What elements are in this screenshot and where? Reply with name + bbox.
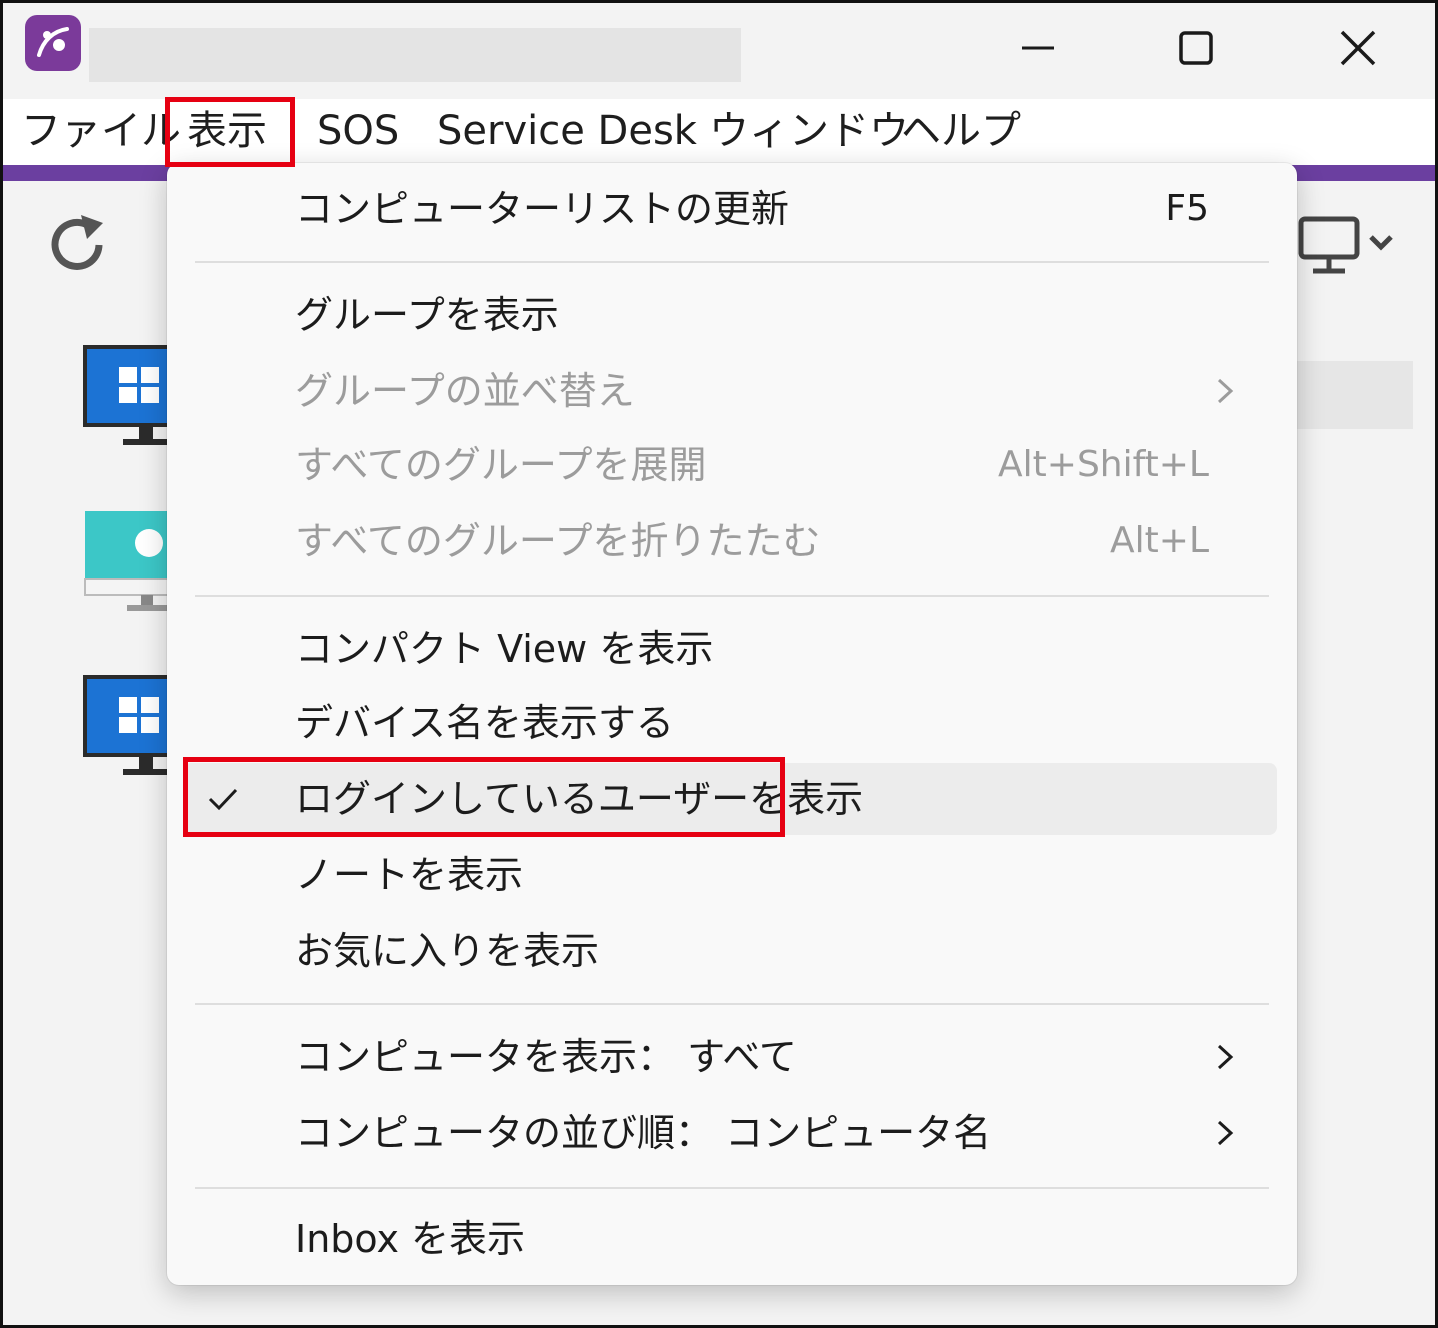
- menu-item-show-inbox[interactable]: Inbox を表示: [183, 1203, 1277, 1275]
- menu-item-label: Inbox を表示: [295, 1217, 526, 1261]
- menu-item-show-computers-filter[interactable]: コンピュータを表示： すべて: [183, 1021, 1277, 1093]
- menu-item-label: すべてのグループを展開: [295, 443, 707, 487]
- menu-service-desk[interactable]: Service Desk: [437, 99, 697, 165]
- menu-item-show-device-name[interactable]: デバイス名を表示する: [183, 687, 1277, 759]
- menu-file[interactable]: ファイル: [21, 99, 181, 165]
- minimize-button[interactable]: [983, 3, 1093, 93]
- menu-item-show-notes[interactable]: ノートを表示: [183, 839, 1277, 911]
- minimize-icon: [1022, 46, 1054, 50]
- menu-item-shortcut: Alt+Shift+L: [998, 444, 1209, 485]
- refresh-button[interactable]: [41, 209, 113, 285]
- refresh-icon: [51, 215, 103, 270]
- monitor-icon: [1298, 216, 1393, 274]
- maximize-icon: [1179, 31, 1213, 65]
- menu-item-show-groups[interactable]: グループを表示: [183, 279, 1277, 351]
- menu-item-label: グループの並べ替え: [295, 369, 635, 413]
- title-bar: [3, 3, 1435, 99]
- menu-item-label: コンパクト View を表示: [295, 627, 714, 671]
- windows-monitor-icon: [83, 675, 173, 775]
- chevron-right-icon: [1217, 1044, 1234, 1070]
- close-button[interactable]: [1303, 3, 1413, 93]
- annotation-highlight-view-menu: [165, 97, 295, 167]
- chevron-right-icon: [1217, 1120, 1234, 1146]
- menu-item-collapse-all-groups[interactable]: すべてのグループを折りたたむ Alt+L: [183, 505, 1277, 577]
- menu-item-compact-view[interactable]: コンパクト View を表示: [183, 613, 1277, 685]
- menu-item-label: コンピューターリストの更新: [295, 187, 790, 231]
- chevron-right-icon: [1217, 378, 1234, 404]
- menu-separator: [195, 1187, 1269, 1189]
- annotation-highlight-logged-in-user: [183, 757, 785, 837]
- app-window: ファイル 表示 SOS Service Desk ウィンドウ ヘルプ コンピュー…: [0, 0, 1438, 1328]
- menu-item-expand-all-groups[interactable]: すべてのグループを展開 Alt+Shift+L: [183, 429, 1277, 501]
- menu-item-shortcut: F5: [1165, 188, 1209, 229]
- menu-item-sort-groups[interactable]: グループの並べ替え: [183, 355, 1277, 427]
- menu-item-label: すべてのグループを折りたたむ: [295, 519, 821, 563]
- menu-separator: [195, 595, 1269, 597]
- window-title: [89, 28, 741, 82]
- menu-item-label: お気に入りを表示: [295, 929, 600, 973]
- menu-item-shortcut: Alt+L: [1110, 520, 1209, 561]
- menu-help[interactable]: ヘルプ: [901, 99, 1021, 165]
- menu-item-show-favorites[interactable]: お気に入りを表示: [183, 915, 1277, 987]
- mac-monitor-icon: [84, 511, 172, 611]
- menu-sos[interactable]: SOS: [317, 99, 399, 165]
- windows-monitor-icon: [83, 345, 173, 445]
- menu-item-label: ノートを表示: [295, 853, 524, 897]
- menu-separator: [195, 261, 1269, 263]
- menu-separator: [195, 1003, 1269, 1005]
- menu-item-label: グループを表示: [295, 293, 559, 337]
- menu-item-label: デバイス名を表示する: [295, 701, 674, 745]
- menu-item-label: コンピュータを表示： すべて: [295, 1035, 797, 1079]
- menu-item-refresh-list[interactable]: コンピューターリストの更新 F5: [183, 173, 1277, 245]
- menu-window[interactable]: ウィンドウ: [709, 99, 909, 165]
- close-icon: [1340, 30, 1376, 66]
- menu-item-label: コンピュータの並び順： コンピュータ名: [295, 1111, 992, 1155]
- menu-item-sort-computers[interactable]: コンピュータの並び順： コンピュータ名: [183, 1097, 1277, 1169]
- view-mode-button[interactable]: [1295, 215, 1405, 279]
- view-menu-dropdown: コンピューターリストの更新 F5 グループを表示 グループの並べ替え すべてのグ…: [167, 163, 1297, 1285]
- maximize-button[interactable]: [1141, 3, 1251, 93]
- splashtop-logo-icon: [25, 15, 81, 71]
